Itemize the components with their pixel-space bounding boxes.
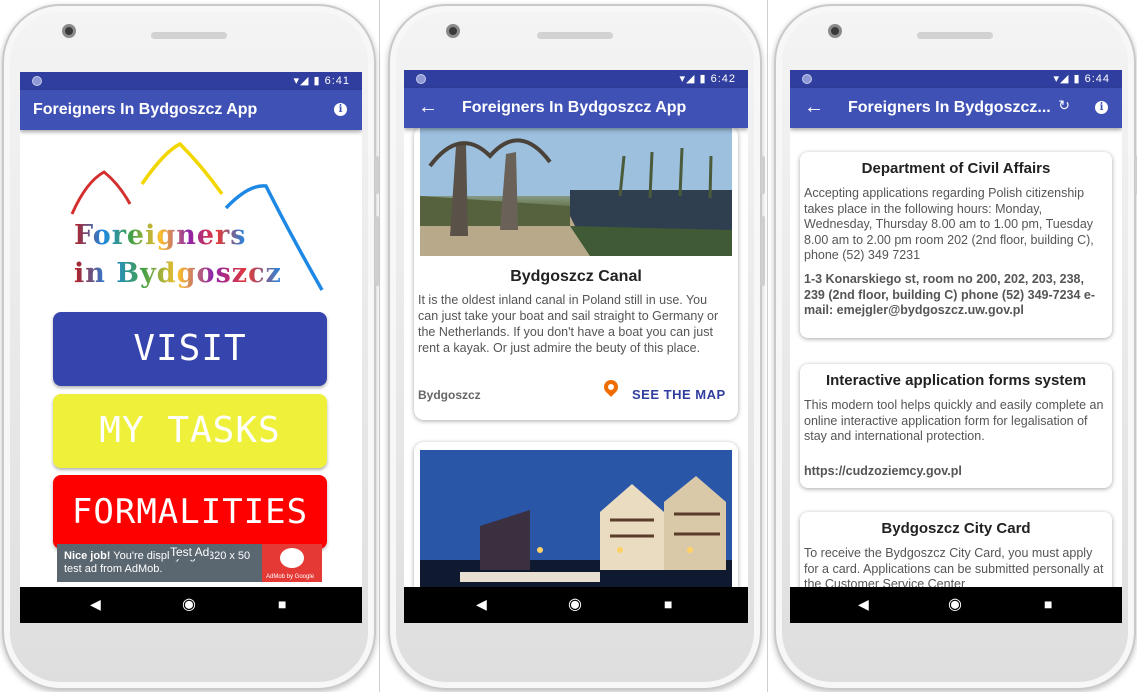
app-title: Foreigners In Bydgoszcz App — [33, 101, 258, 118]
card-title: Bydgoszcz City Card — [881, 520, 1031, 537]
recents-nav-icon[interactable]: ■ — [278, 596, 286, 612]
notification-icon — [32, 76, 42, 86]
admob-logo-block: AdMob by Google — [262, 544, 322, 582]
map-pin-icon — [601, 377, 621, 397]
back-arrow-icon[interactable]: ← — [804, 96, 824, 119]
info-card[interactable]: Interactive application forms system Thi… — [800, 364, 1112, 488]
status-time: 6:44 — [1084, 73, 1110, 85]
nav-bar: ◀ ◉ ■ — [20, 587, 362, 623]
front-camera — [446, 24, 460, 38]
nav-bar: ◀ ◉ ■ — [404, 587, 748, 623]
recents-nav-icon[interactable]: ■ — [1044, 596, 1052, 612]
info-icon[interactable]: i — [1095, 101, 1108, 114]
status-bar: ▾◢ ▮ 6:42 — [404, 70, 748, 88]
status-bar: ▾◢ ▮ 6:41 — [20, 72, 362, 90]
back-nav-icon[interactable]: ◀ — [858, 596, 869, 613]
earpiece-speaker — [151, 32, 227, 39]
status-icons: ▾◢ ▮ 6:41 — [293, 75, 350, 87]
status-icons: ▾◢ ▮ 6:42 — [679, 73, 736, 85]
visit-screen: ▾◢ ▮6:42 ← Foreigners In Bydgoszcz App — [404, 70, 748, 623]
card-description: It is the oldest inland canal in Poland … — [418, 293, 719, 355]
refresh-icon[interactable]: ↻ — [1058, 97, 1070, 114]
card-title: Interactive application forms system — [825, 372, 1087, 389]
admob-brand: AdMob by Google — [266, 574, 315, 580]
logo-text-line2: in Bydgoszcz — [74, 258, 282, 289]
status-time: 6:42 — [710, 73, 736, 85]
formalities-screen: ▾◢ ▮ 6:44 ← Foreigners In Bydgoszcz... ↻ … — [790, 70, 1122, 623]
card-contact: 1-3 Konarskiego st, room no 200, 202, 20… — [804, 272, 1096, 317]
status-time: 6:41 — [324, 75, 350, 87]
my-tasks-button[interactable]: MY TASKS — [53, 394, 327, 468]
phone-frame-visit: ▾◢ ▮6:42 ← Foreigners In Bydgoszcz App — [388, 4, 765, 690]
app-title: Foreigners In Bydgoszcz App — [462, 99, 687, 116]
ad-label: Test Ad — [169, 545, 211, 559]
back-nav-icon[interactable]: ◀ — [476, 596, 487, 613]
admob-banner[interactable]: Nice job! You're displaying a 320 x 50 t… — [57, 544, 322, 582]
logo-text-line1: Foreigners — [74, 220, 247, 251]
home-screen: ▾◢ ▮ 6:41 Foreigners In Bydgoszcz App i F… — [20, 72, 362, 623]
front-camera — [828, 24, 842, 38]
home-nav-icon[interactable]: ◉ — [948, 594, 962, 614]
earpiece-speaker — [917, 32, 993, 39]
recents-nav-icon[interactable]: ■ — [664, 596, 672, 612]
home-nav-icon[interactable]: ◉ — [182, 594, 196, 614]
admob-icon — [280, 548, 304, 568]
attraction-card[interactable]: Bydgoszcz Canal It is the oldest inland … — [414, 126, 738, 420]
back-arrow-icon[interactable]: ← — [418, 96, 438, 119]
screenshot-stage: ▾◢ ▮ 6:41 Foreigners In Bydgoszcz App i F… — [0, 0, 1137, 692]
power-button — [761, 156, 765, 194]
volume-button — [761, 216, 765, 286]
app-bar: Foreigners In Bydgoszcz App i — [20, 90, 362, 130]
formalities-button[interactable]: FORMALITIES — [53, 475, 327, 549]
status-icons: ▾◢ ▮ 6:44 — [1053, 73, 1110, 85]
see-the-map-link[interactable]: SEE THE MAP — [632, 387, 726, 402]
canal-photo — [420, 126, 732, 256]
phone-frame-formalities: ▾◢ ▮ 6:44 ← Foreigners In Bydgoszcz... ↻ … — [774, 4, 1137, 690]
info-icon[interactable]: i — [334, 103, 347, 116]
card-description: Accepting applications regarding Polish … — [804, 186, 1094, 262]
app-logo: Foreigners in Bydgoszcz — [64, 132, 334, 292]
app-bar: ← Foreigners In Bydgoszcz App — [404, 88, 748, 128]
info-card[interactable]: Department of Civil Affairs Accepting ap… — [800, 152, 1112, 338]
power-button — [375, 156, 379, 194]
phone-frame-home: ▾◢ ▮ 6:41 Foreigners In Bydgoszcz App i F… — [2, 4, 379, 690]
nav-bar: ◀ ◉ ■ — [790, 587, 1122, 623]
volume-button — [375, 216, 379, 286]
front-camera — [62, 24, 76, 38]
divider — [379, 0, 380, 692]
ad-text: Nice job! You're displaying a 320 x 50 t… — [64, 550, 251, 575]
card-title: Department of Civil Affairs — [861, 160, 1051, 177]
card-location: Bydgoszcz — [418, 388, 481, 402]
card-description: To receive the Bydgoszcz City Card, you … — [804, 546, 1104, 591]
canal-photo-graphic — [420, 126, 732, 256]
visit-button[interactable]: VISIT — [53, 312, 327, 386]
back-nav-icon[interactable]: ◀ — [90, 596, 101, 613]
app-bar: ← Foreigners In Bydgoszcz... ↻ i — [790, 88, 1122, 128]
card-description: This modern tool helps quickly and easil… — [804, 398, 1104, 443]
divider — [767, 0, 768, 692]
card-link[interactable]: https://cudzoziemcy.gov.pl — [804, 464, 1108, 480]
notification-icon — [802, 74, 812, 84]
card-title: Bydgoszcz Canal — [510, 268, 642, 285]
notification-icon — [416, 74, 426, 84]
home-nav-icon[interactable]: ◉ — [568, 594, 582, 614]
app-title: Foreigners In Bydgoszcz... — [848, 99, 1051, 116]
status-bar: ▾◢ ▮ 6:44 — [790, 70, 1122, 88]
earpiece-speaker — [537, 32, 613, 39]
